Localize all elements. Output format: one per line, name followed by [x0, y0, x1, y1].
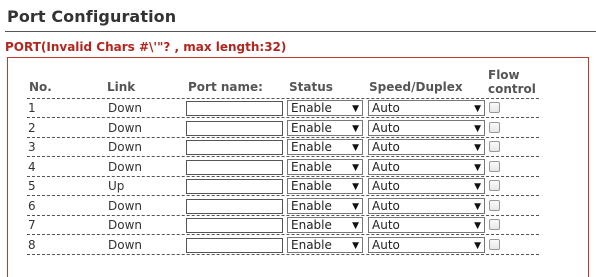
- chevron-down-icon: ▼: [352, 221, 359, 231]
- chevron-down-icon: ▼: [474, 201, 481, 212]
- header-divider: [27, 98, 539, 99]
- status-select[interactable]: Enable ▼: [287, 119, 363, 136]
- status-value: Enable: [291, 179, 332, 193]
- flow-control-checkbox[interactable]: [489, 238, 500, 250]
- speed-duplex-select[interactable]: Auto ▼: [368, 178, 485, 194]
- chevron-down-icon: ▼: [474, 162, 481, 173]
- port-number: 1: [28, 101, 36, 115]
- flow-control-checkbox[interactable]: [489, 219, 500, 230]
- table-row: 4 Down Enable ▼ Auto ▼: [27, 158, 539, 178]
- chevron-down-icon: ▼: [352, 201, 359, 212]
- flow-control-checkbox[interactable]: [489, 180, 500, 191]
- header-link: Link: [107, 80, 136, 94]
- link-state: Down: [108, 237, 143, 252]
- speed-duplex-value: Auto: [372, 120, 400, 135]
- link-state: Down: [108, 198, 143, 213]
- link-state: Down: [108, 140, 143, 154]
- chevron-down-icon: ▼: [474, 182, 481, 192]
- table-row: 5 Up Enable ▼ Auto ▼: [27, 178, 539, 197]
- status-select[interactable]: Enable ▼: [287, 139, 363, 155]
- flow-control-checkbox[interactable]: [489, 141, 500, 152]
- speed-duplex-select[interactable]: Auto ▼: [368, 139, 485, 155]
- port-name-input[interactable]: [186, 140, 283, 155]
- chevron-down-icon: ▼: [352, 240, 359, 251]
- speed-duplex-value: Auto: [372, 218, 400, 232]
- speed-duplex-value: Auto: [372, 179, 400, 193]
- chevron-down-icon: ▼: [352, 143, 359, 153]
- table-row: 3 Down Enable ▼ Auto ▼: [27, 139, 539, 158]
- chevron-down-icon: ▼: [474, 143, 481, 153]
- status-select[interactable]: Enable ▼: [287, 217, 363, 233]
- status-value: Enable: [291, 218, 332, 232]
- status-value: Enable: [291, 120, 332, 135]
- port-name-input[interactable]: [186, 179, 283, 194]
- speed-duplex-value: Auto: [372, 159, 400, 174]
- link-state: Down: [108, 120, 143, 135]
- port-number: 8: [28, 237, 36, 252]
- table-row: 1 Down Enable ▼ Auto ▼: [27, 100, 539, 119]
- speed-duplex-value: Auto: [372, 140, 400, 154]
- header-speed-duplex: Speed/Duplex: [369, 80, 463, 94]
- speed-duplex-select[interactable]: Auto ▼: [368, 236, 485, 253]
- chevron-down-icon: ▼: [474, 104, 481, 114]
- speed-duplex-value: Auto: [372, 101, 400, 115]
- title-divider: [5, 31, 596, 32]
- port-number: 4: [28, 159, 36, 174]
- status-value: Enable: [291, 101, 332, 115]
- speed-duplex-value: Auto: [372, 198, 400, 213]
- link-state: Down: [108, 159, 143, 174]
- table-row: 2 Down Enable ▼ Auto ▼: [27, 119, 539, 139]
- link-state: Up: [108, 179, 125, 193]
- header-port-name: Port name:: [188, 80, 263, 94]
- header-flow-control: Flow control: [488, 68, 536, 96]
- speed-duplex-select[interactable]: Auto ▼: [368, 197, 485, 214]
- flow-control-checkbox[interactable]: [489, 160, 500, 172]
- status-value: Enable: [291, 237, 332, 252]
- port-name-input[interactable]: [186, 198, 283, 214]
- port-name-input[interactable]: [186, 120, 283, 136]
- port-number: 7: [28, 218, 36, 232]
- status-select[interactable]: Enable ▼: [287, 158, 363, 175]
- table-row: 6 Down Enable ▼ Auto ▼: [27, 197, 539, 217]
- link-state: Down: [108, 218, 143, 232]
- status-select[interactable]: Enable ▼: [287, 236, 363, 253]
- chevron-down-icon: ▼: [352, 123, 359, 134]
- flow-control-checkbox[interactable]: [489, 102, 500, 113]
- status-value: Enable: [291, 140, 332, 154]
- header-status: Status: [289, 80, 333, 94]
- speed-duplex-select[interactable]: Auto ▼: [368, 119, 485, 136]
- chevron-down-icon: ▼: [352, 162, 359, 173]
- status-value: Enable: [291, 198, 332, 213]
- chevron-down-icon: ▼: [474, 123, 481, 134]
- status-value: Enable: [291, 159, 332, 174]
- port-name-input[interactable]: [186, 218, 283, 233]
- port-number: 6: [28, 198, 36, 213]
- table-row: 8 Down Enable ▼ Auto ▼: [27, 236, 539, 256]
- page-title: Port Configuration: [7, 7, 177, 26]
- chevron-down-icon: ▼: [352, 182, 359, 192]
- chevron-down-icon: ▼: [474, 240, 481, 251]
- port-number: 2: [28, 120, 36, 135]
- port-number: 5: [28, 179, 36, 193]
- status-select[interactable]: Enable ▼: [287, 197, 363, 214]
- header-no: No.: [29, 80, 52, 94]
- flow-control-checkbox[interactable]: [489, 199, 500, 211]
- port-section-label: PORT(Invalid Chars #\'"? , max length:32…: [5, 40, 287, 54]
- link-state: Down: [108, 101, 143, 115]
- speed-duplex-select[interactable]: Auto ▼: [368, 100, 485, 116]
- speed-duplex-value: Auto: [372, 237, 400, 252]
- status-select[interactable]: Enable ▼: [287, 178, 363, 194]
- port-name-input[interactable]: [186, 237, 283, 253]
- table-row: 7 Down Enable ▼ Auto ▼: [27, 217, 539, 236]
- port-name-input[interactable]: [186, 159, 283, 175]
- port-number: 3: [28, 140, 36, 154]
- speed-duplex-select[interactable]: Auto ▼: [368, 158, 485, 175]
- speed-duplex-select[interactable]: Auto ▼: [368, 217, 485, 233]
- chevron-down-icon: ▼: [474, 221, 481, 231]
- port-name-input[interactable]: [186, 101, 283, 116]
- flow-control-checkbox[interactable]: [489, 121, 500, 133]
- status-select[interactable]: Enable ▼: [287, 100, 363, 116]
- chevron-down-icon: ▼: [352, 104, 359, 114]
